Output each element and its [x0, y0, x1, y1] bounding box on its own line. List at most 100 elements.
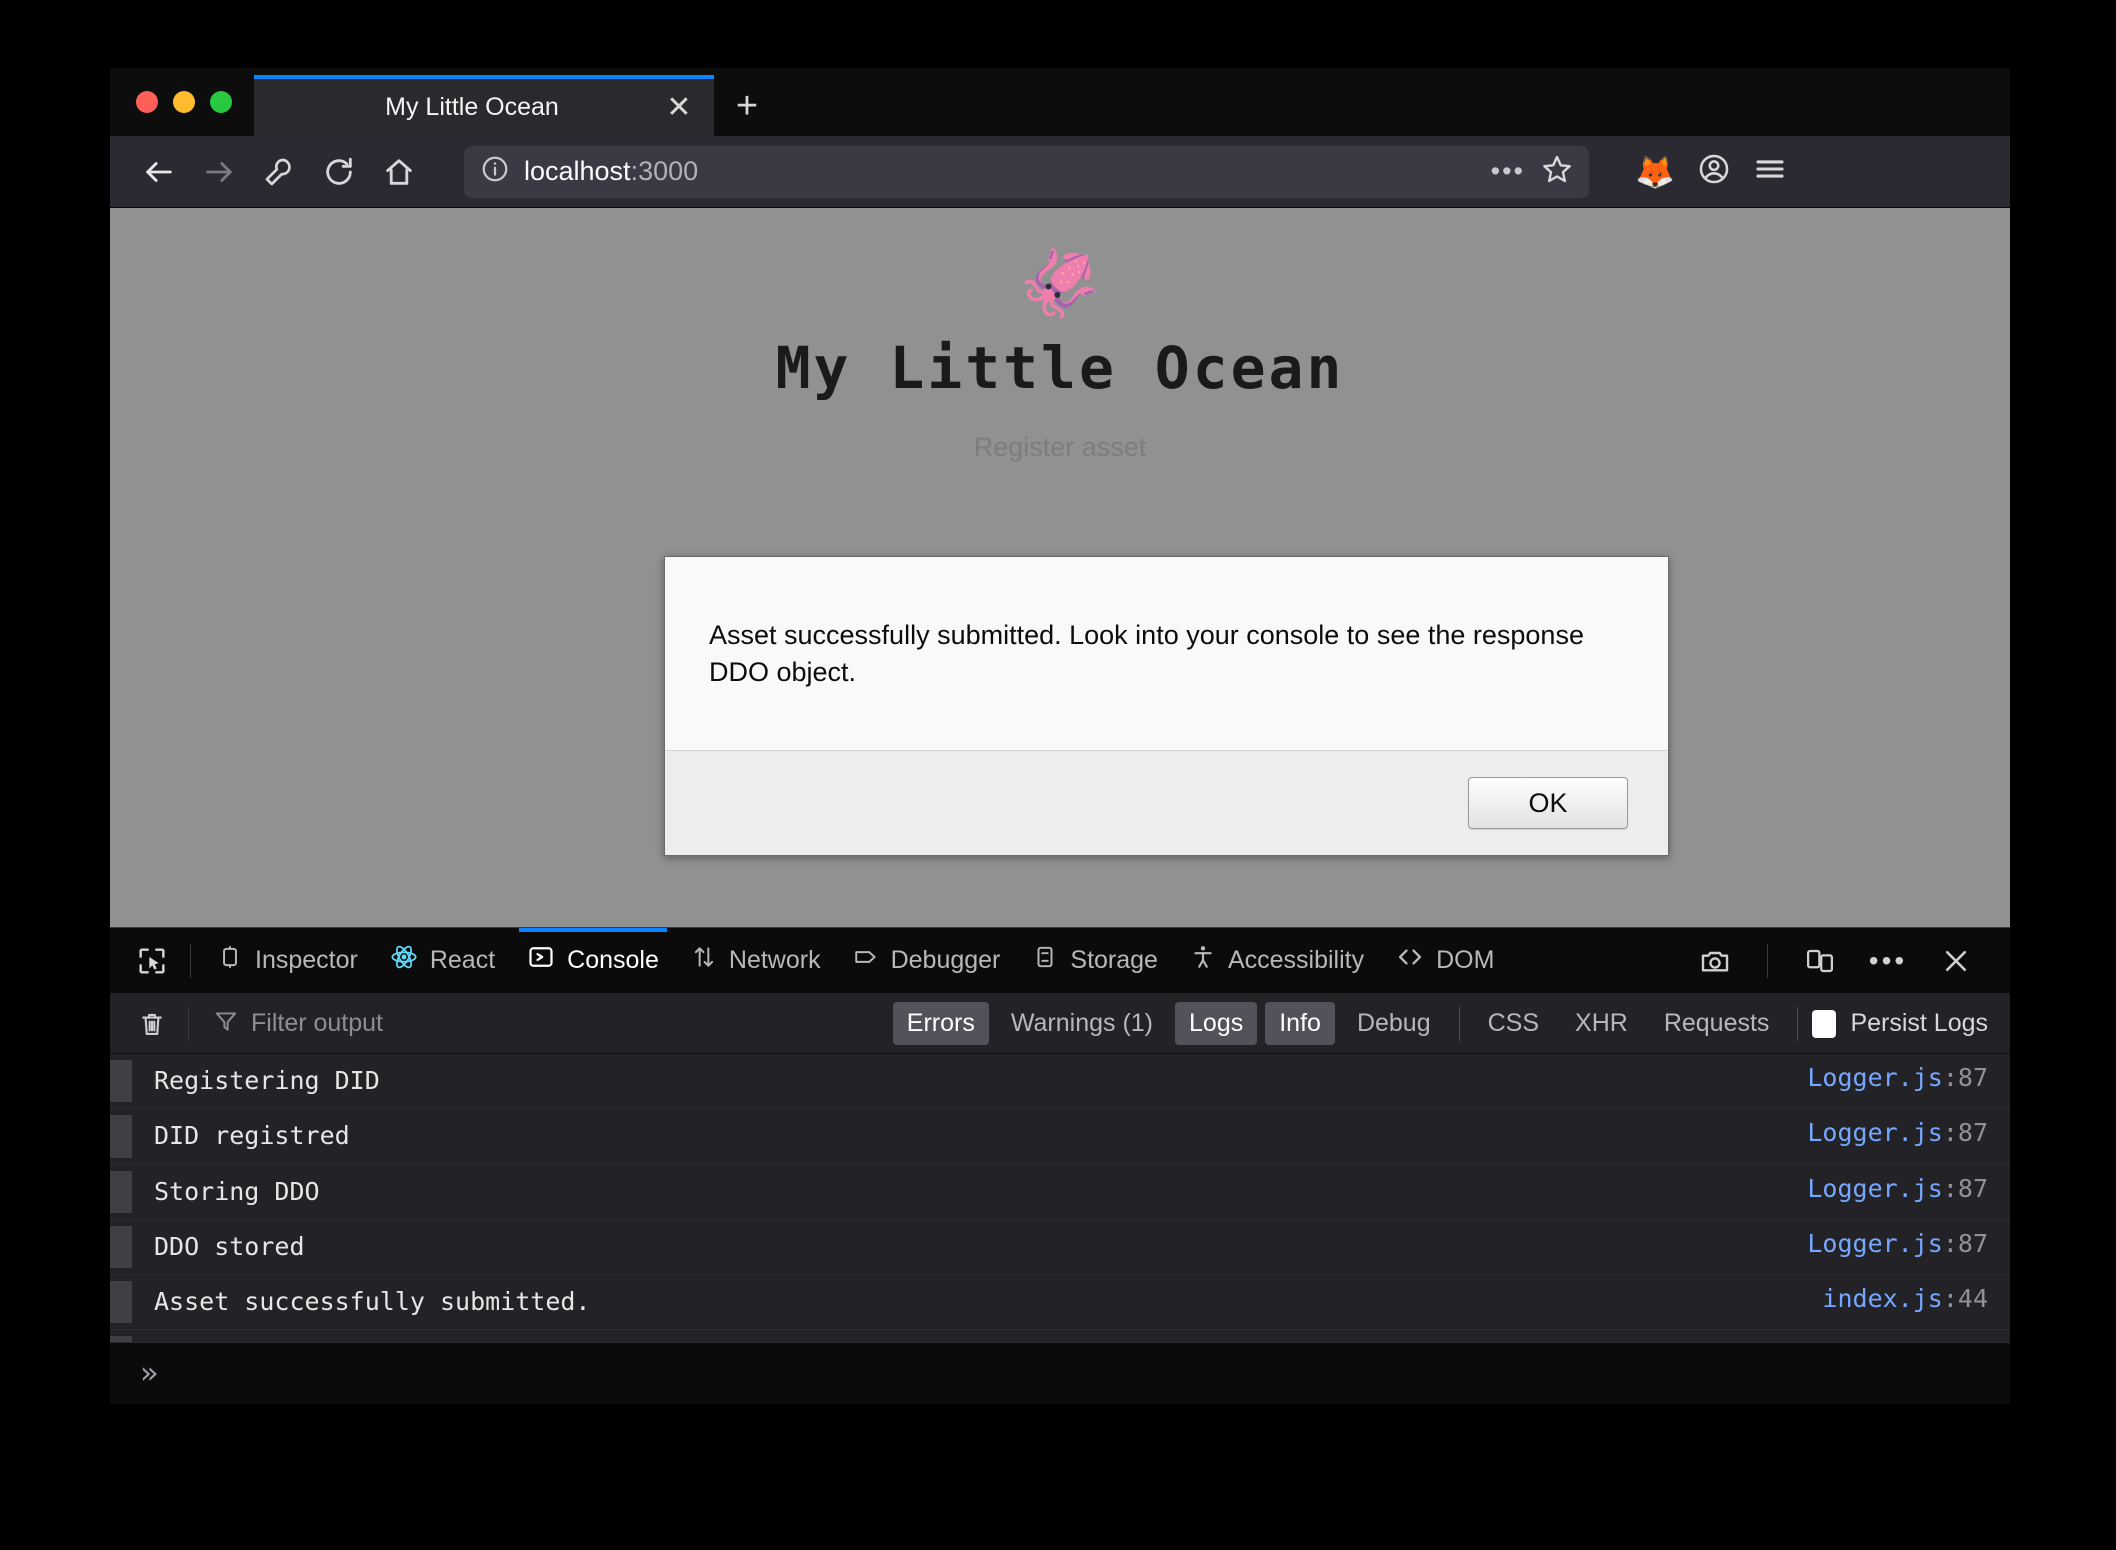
prompt-chevron-icon: »	[140, 1356, 159, 1391]
home-icon[interactable]	[372, 145, 426, 199]
responsive-design-mode-icon[interactable]	[1794, 935, 1846, 987]
minimize-window-button[interactable]	[173, 91, 195, 113]
browser-tab[interactable]: My Little Ocean ✕	[254, 75, 714, 136]
filter-xhr-button[interactable]: XHR	[1561, 1002, 1642, 1045]
tab-debugger[interactable]: Debugger	[837, 928, 1017, 994]
divider	[190, 943, 191, 978]
alert-dialog-body: Asset successfully submitted. Look into …	[665, 557, 1668, 750]
tab-dom[interactable]: DOM	[1380, 928, 1510, 994]
log-row[interactable]: DID registred Logger.js:87	[110, 1109, 2010, 1165]
back-arrow-icon[interactable]	[132, 145, 186, 199]
tab-label: React	[429, 946, 496, 974]
filter-debug-button[interactable]: Debug	[1343, 1002, 1445, 1045]
zoom-window-button[interactable]	[210, 91, 232, 113]
metamask-fox-icon[interactable]: 🦊	[1635, 156, 1675, 188]
filter-requests-button[interactable]: Requests	[1650, 1002, 1784, 1045]
url-bar[interactable]: localhost:3000 •••	[464, 145, 1589, 198]
hamburger-menu-icon[interactable]	[1753, 152, 1787, 191]
tab-inspector[interactable]: Inspector	[201, 928, 374, 994]
filter-errors-button[interactable]: Errors	[892, 1002, 989, 1045]
log-source-line: :44	[1942, 1284, 1988, 1313]
register-asset-label: Register asset	[973, 432, 1147, 462]
account-icon[interactable]	[1697, 152, 1731, 191]
filter-output-input[interactable]: Filter output	[213, 1008, 893, 1039]
toolbar-right-icons: 🦊	[1635, 152, 1787, 191]
close-tab-icon[interactable]: ✕	[662, 91, 696, 125]
console-output[interactable]: Registering DID Logger.js:87 DID registr…	[110, 1054, 2010, 1342]
wrench-icon[interactable]	[252, 145, 306, 199]
console-chevron-icon	[527, 943, 555, 978]
console-input-prompt[interactable]: »	[110, 1342, 2010, 1404]
log-message: Registering DID	[154, 1066, 380, 1095]
new-tab-button[interactable]: +	[714, 75, 780, 136]
log-row-object[interactable]: ▸Object { "@context": "https://w3id.org/…	[110, 1330, 2010, 1342]
filter-logs-button[interactable]: Logs	[1175, 1002, 1258, 1045]
log-source-link[interactable]: Logger.js:87	[1797, 1115, 2010, 1147]
log-gutter	[110, 1336, 132, 1342]
persist-logs-toggle[interactable]: Persist Logs	[1812, 1009, 1994, 1038]
log-source-file: Logger.js	[1807, 1173, 1943, 1203]
more-options-icon[interactable]: •••	[1862, 935, 1914, 987]
trash-icon[interactable]	[126, 998, 178, 1050]
console-filter-bar: Filter output Errors Warnings (1) Logs I…	[110, 994, 2010, 1054]
element-picker-icon[interactable]	[124, 933, 180, 989]
log-message: DDO stored	[154, 1231, 305, 1261]
log-message: DID registred	[154, 1121, 350, 1151]
persist-logs-label: Persist Logs	[1850, 1009, 1988, 1037]
forward-arrow-icon[interactable]	[192, 145, 246, 199]
star-icon[interactable]	[1541, 153, 1573, 190]
log-row[interactable]: DDO stored Logger.js:87	[110, 1219, 2010, 1275]
devtools-tab-bar: Inspector React Console Network Debugger…	[110, 927, 2010, 994]
log-row[interactable]: Registering DID Logger.js:87	[110, 1054, 2010, 1110]
navigation-toolbar: localhost:3000 ••• 🦊	[110, 136, 2010, 208]
log-gutter	[110, 1115, 132, 1158]
filter-placeholder: Filter output	[251, 1009, 384, 1037]
info-circle-icon[interactable]	[480, 154, 510, 189]
filter-warnings-button[interactable]: Warnings (1)	[997, 1002, 1167, 1045]
developer-tools-panel: Inspector React Console Network Debugger…	[110, 927, 2010, 1404]
url-host: localhost	[524, 156, 631, 186]
storage-icon	[1032, 944, 1058, 977]
log-message: Storing DDO	[154, 1176, 320, 1206]
log-gutter	[110, 1170, 132, 1213]
window-controls	[110, 68, 254, 136]
reload-icon[interactable]	[312, 145, 366, 199]
log-source-link[interactable]: Logger.js:87	[1797, 1060, 2010, 1092]
tab-label: Accessibility	[1227, 946, 1365, 974]
tab-label: Storage	[1070, 946, 1158, 974]
url-port: :3000	[630, 156, 699, 186]
log-source-link[interactable]: Logger.js:87	[1797, 1171, 2010, 1203]
tab-react[interactable]: React	[374, 928, 511, 994]
log-source-link[interactable]: Logger.js:87	[1797, 1226, 2010, 1258]
react-atom-icon	[390, 943, 418, 978]
tab-storage[interactable]: Storage	[1016, 928, 1174, 994]
close-devtools-icon[interactable]	[1930, 935, 1982, 987]
dom-angle-brackets-icon	[1396, 943, 1424, 978]
log-row[interactable]: Storing DDO Logger.js:87	[110, 1164, 2010, 1220]
expand-triangle-icon[interactable]: ▸	[154, 1339, 169, 1342]
log-row[interactable]: Asset successfully submitted. index.js:4…	[110, 1275, 2010, 1331]
log-source-line: :87	[1942, 1118, 1988, 1148]
log-source-file: Logger.js	[1807, 1228, 1943, 1258]
debugger-icon	[853, 944, 879, 977]
request-filter-group: CSS XHR Requests	[1474, 1002, 1784, 1045]
network-arrows-icon	[691, 944, 717, 977]
divider	[1797, 1006, 1799, 1041]
log-source-link[interactable]: index.js:44	[1812, 1281, 2010, 1313]
camera-icon[interactable]	[1689, 935, 1741, 987]
log-source-link[interactable]: index.js:45	[1812, 1336, 2010, 1342]
close-window-button[interactable]	[136, 91, 158, 113]
log-object-preview[interactable]: ▸Object { "@context": "https://w3id.org/…	[132, 1336, 1812, 1342]
tab-accessibility[interactable]: Accessibility	[1174, 928, 1380, 994]
tab-network[interactable]: Network	[675, 928, 837, 994]
tab-label: DOM	[1436, 946, 1495, 974]
filter-css-button[interactable]: CSS	[1474, 1002, 1553, 1045]
page-actions-icon[interactable]: •••	[1491, 156, 1525, 187]
persist-logs-checkbox[interactable]	[1812, 1009, 1837, 1038]
ok-button[interactable]: OK	[1468, 777, 1628, 829]
tab-strip: My Little Ocean ✕ +	[110, 68, 2010, 136]
tab-console[interactable]: Console	[511, 927, 675, 994]
filter-info-button[interactable]: Info	[1265, 1002, 1335, 1045]
log-source-line: :45	[1943, 1339, 1988, 1342]
accessibility-icon	[1190, 944, 1216, 977]
